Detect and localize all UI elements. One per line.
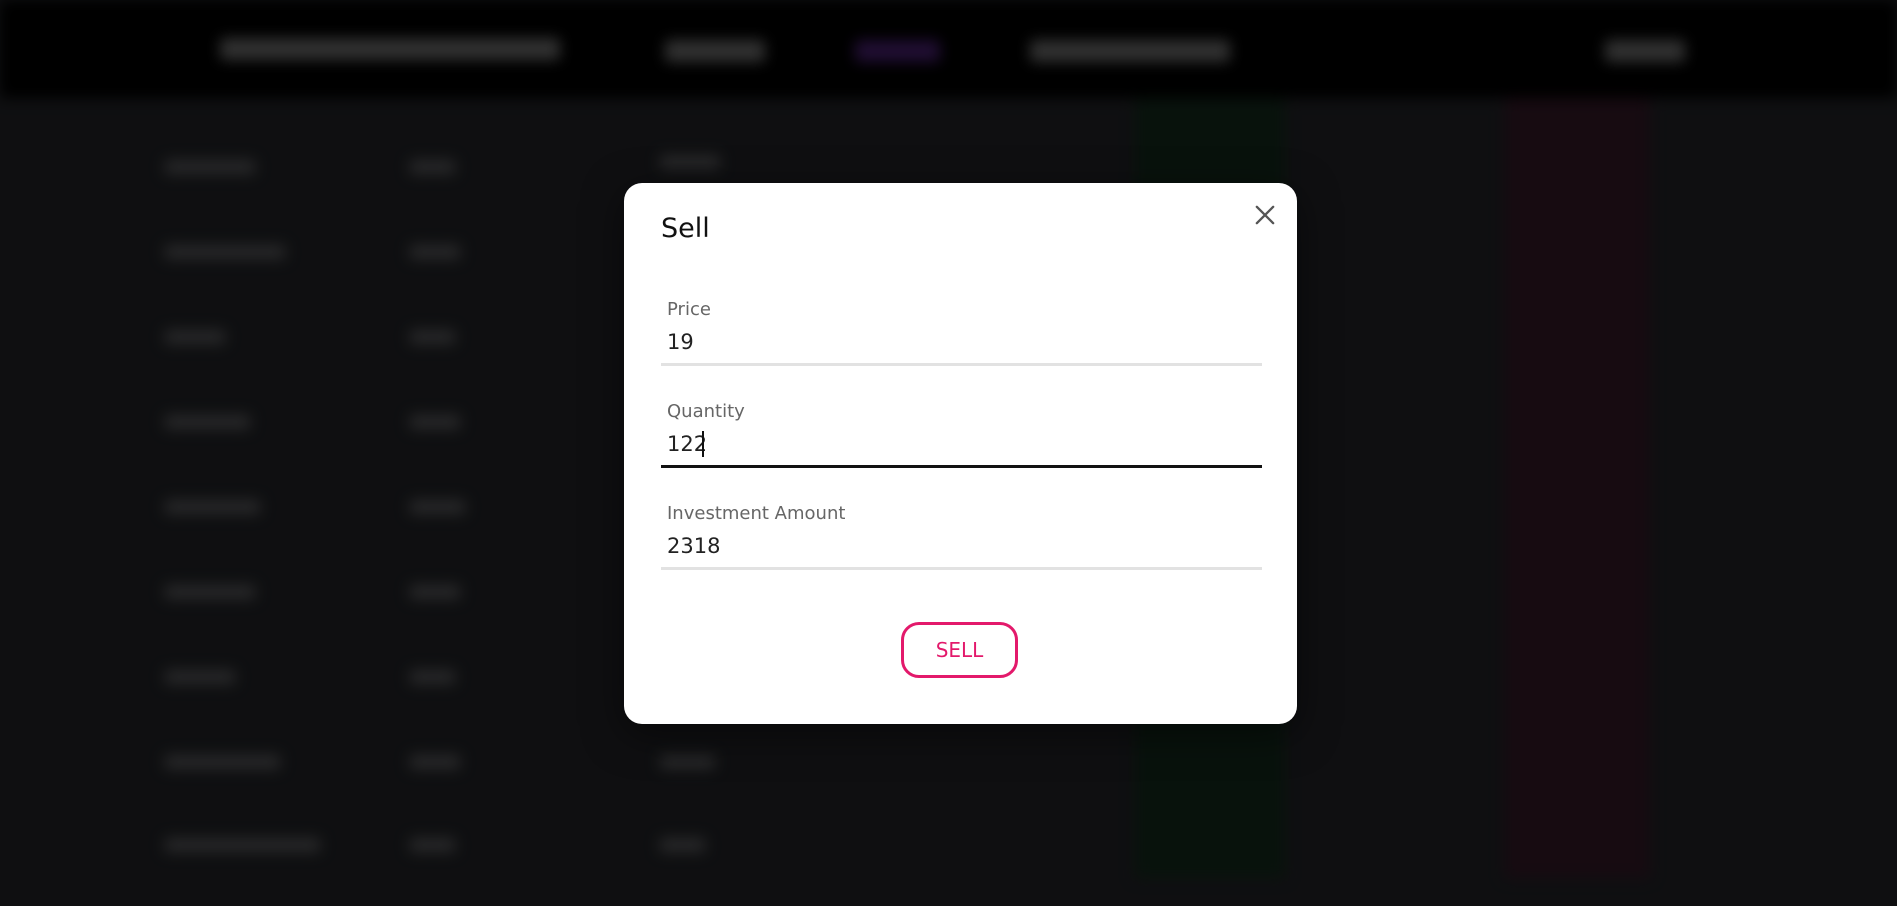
- text-caret: [702, 431, 704, 457]
- quantity-label: Quantity: [667, 401, 745, 422]
- investment-amount-underline: [661, 567, 1262, 570]
- quantity-underline: [661, 465, 1262, 468]
- price-input[interactable]: [661, 323, 1262, 361]
- app-root: Sell Price Quantity Investment Amount SE…: [0, 0, 1897, 906]
- quantity-input[interactable]: [661, 425, 1262, 463]
- close-button[interactable]: [1251, 201, 1279, 229]
- price-underline: [661, 363, 1262, 366]
- sell-dialog: Sell Price Quantity Investment Amount SE…: [624, 183, 1297, 724]
- price-label: Price: [667, 299, 711, 320]
- dialog-title: Sell: [661, 213, 710, 244]
- investment-amount-input[interactable]: [661, 527, 1262, 565]
- investment-amount-label: Investment Amount: [667, 503, 846, 524]
- sell-button[interactable]: SELL: [901, 622, 1018, 678]
- close-icon: [1255, 205, 1275, 225]
